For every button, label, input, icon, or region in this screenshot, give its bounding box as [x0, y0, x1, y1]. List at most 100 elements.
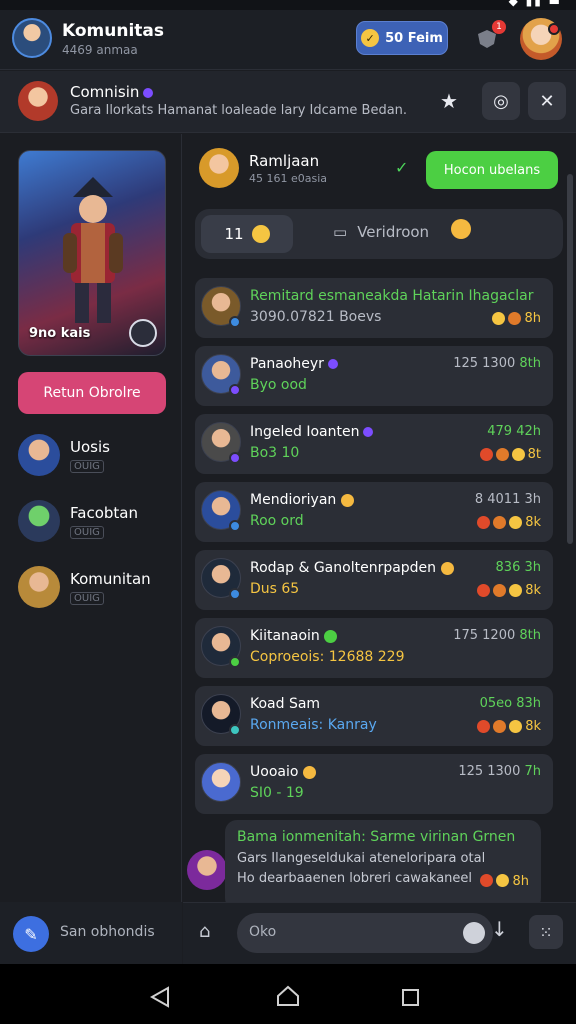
coins-label: 50 Feim [385, 30, 443, 46]
reaction-icon [480, 874, 494, 887]
arrow-down-icon[interactable]: ↓ [491, 917, 508, 941]
emoji-icon [302, 765, 316, 779]
reaction-icon [493, 584, 507, 597]
row-name-text: Mendioriyan [250, 492, 337, 508]
sidebar-item-2[interactable]: Facobtan OUIG [18, 500, 178, 550]
sidebar-item-label: Komunitan [70, 570, 151, 588]
group-avatar[interactable] [18, 81, 58, 121]
join-button[interactable]: Hocon ubelans [426, 151, 558, 189]
list-item[interactable]: Koad Sam Ronmeais: Kanray 05eo 83h 8k [195, 686, 553, 746]
reaction-count: 8k [525, 583, 541, 598]
camera-icon[interactable]: ⌂ [199, 921, 223, 943]
verified-icon [363, 427, 374, 437]
row-name: Mendioriyan [250, 492, 354, 508]
chat-bubble-button[interactable]: ◎ [482, 82, 520, 120]
row-name-text: Ingeled Ioanten [250, 424, 360, 440]
chat-avatar[interactable] [199, 148, 239, 188]
list-item[interactable]: Panaoheyr Byo ood 125 1300 8th [195, 346, 553, 406]
reaction-count: 8t [527, 447, 541, 462]
group-banner: Comnisin Gara Ilorkats Hamanat loaleade … [0, 71, 576, 133]
row-status-dot [229, 316, 241, 328]
row-meta-text: 125 1300 [458, 764, 521, 779]
row-meta: 836 3h [495, 560, 541, 575]
row-sub: Roo ord [250, 513, 304, 529]
back-icon[interactable] [150, 986, 170, 1008]
chat-subtitle: 45 161 e0asia [249, 172, 328, 185]
community-avatar[interactable] [12, 18, 52, 58]
emoji-icon[interactable] [463, 922, 485, 944]
reaction-icon [511, 448, 525, 461]
reaction-icon [493, 720, 507, 733]
app-screen: ◆ ▮▮ ▬ Komunitas 4469 anmaa ✓ 50 Feim 1 … [0, 0, 576, 1024]
bubble-avatar[interactable] [187, 850, 227, 890]
list-item[interactable]: Ingeled Ioanten Bo3 10 479 42h 8t [195, 414, 553, 474]
row-sub: Byo ood [250, 377, 307, 393]
home-icon[interactable] [276, 985, 300, 1007]
message-input[interactable]: Oko [237, 913, 493, 953]
page-title: Komunitas [62, 21, 165, 41]
row-sub: Coproeois: 12688 229 [250, 649, 405, 665]
row-name-text: Kiitanaoin [250, 628, 320, 644]
emoji-icon [324, 629, 338, 643]
row-meta: 479 42h [487, 424, 541, 439]
row-name: Panaoheyr [250, 356, 338, 372]
return-chat-button[interactable]: Retun Obrolre [18, 372, 166, 414]
list-item[interactable]: Remitard esmaneakda Hatarin Ihagaclar 30… [195, 278, 553, 338]
row-status-dot [229, 724, 241, 736]
chat-title: Ramljaan [249, 152, 320, 170]
row-reactions: 8k [477, 719, 541, 734]
sidebar-item-3[interactable]: Komunitan OUIG [18, 566, 178, 616]
sidebar-item-tag: OUIG [70, 460, 104, 473]
group-title: Comnisin [70, 83, 154, 101]
sidebar-item-1[interactable]: Uosis OUIG [18, 434, 178, 484]
compose-icon[interactable]: ✎ [13, 916, 49, 952]
tab-verification-label: Veridroon [357, 223, 430, 241]
chat-icon: ◎ [493, 90, 509, 112]
hero-card[interactable]: 9no kais [18, 150, 166, 356]
grid-icon[interactable]: ⁙ [529, 915, 563, 949]
star-icon[interactable]: ★ [440, 89, 458, 113]
message-composer: ⌂ Oko ↓ ⁙ [183, 902, 576, 964]
notification-badge: 1 [492, 20, 506, 34]
message-bubble[interactable]: Bama ionmenitah: Sarme virinan Grnen Gar… [225, 820, 541, 910]
reaction-count: 8k [525, 515, 541, 530]
left-footer[interactable]: ✎ San obhondis [0, 902, 182, 964]
row-sub: Dus 65 [250, 581, 300, 597]
notification-button[interactable]: 1 [474, 20, 506, 52]
reaction-icon [509, 720, 523, 733]
tab-verification[interactable]: ▭ Veridroon [333, 223, 429, 241]
hero-figure-image [63, 177, 123, 323]
tools-button[interactable]: ✕ [528, 82, 566, 120]
bubble-line-2: Gars Ilangeseldukai ateneloripara otal [237, 851, 486, 866]
reaction-count: 8h [512, 874, 529, 889]
chat-panel: Ramljaan 45 161 e0asia ✓ Hocon ubelans 1… [183, 134, 576, 964]
tab-hash[interactable]: 11 [201, 215, 293, 253]
group-description: Gara Ilorkats Hamanat loaleade lary Idca… [70, 103, 408, 118]
status-icons: ◆ ▮▮ ▬ [508, 0, 562, 8]
coins-button[interactable]: ✓ 50 Feim [356, 21, 448, 55]
recents-icon[interactable] [402, 989, 419, 1006]
emoji-icon [340, 493, 354, 507]
status-bar: ◆ ▮▮ ▬ [0, 0, 576, 10]
row-name-text: Panaoheyr [250, 356, 324, 372]
list-item[interactable]: Kiitanaoin Coproeois: 12688 229 175 1200… [195, 618, 553, 678]
reaction-count: 8h [524, 311, 541, 326]
row-status-dot [229, 656, 241, 668]
reaction-icon [509, 516, 523, 529]
row-name: Uooaio [250, 764, 316, 780]
list-item[interactable]: Uooaio SI0 - 19 125 1300 7h [195, 754, 553, 814]
list-item[interactable]: Rodap & Ganoltenrpapden Dus 65 836 3h 8k [195, 550, 553, 610]
row-avatar [201, 762, 241, 802]
reaction-icon [508, 312, 522, 325]
reaction-count: 8k [525, 719, 541, 734]
row-meta: 05eo 83h [479, 696, 541, 711]
chevron-down-icon[interactable]: ✓ [395, 158, 408, 177]
sidebar-item-label: Uosis [70, 438, 110, 456]
row-status-dot [229, 520, 241, 532]
sidebar-avatar [18, 566, 60, 608]
verified-icon [143, 87, 154, 98]
row-sub: Bo3 10 [250, 445, 300, 461]
list-item[interactable]: Mendioriyan Roo ord 8 4011 3h 8k [195, 482, 553, 542]
left-footer-label: San obhondis [60, 924, 155, 940]
scrollbar[interactable] [567, 174, 573, 544]
